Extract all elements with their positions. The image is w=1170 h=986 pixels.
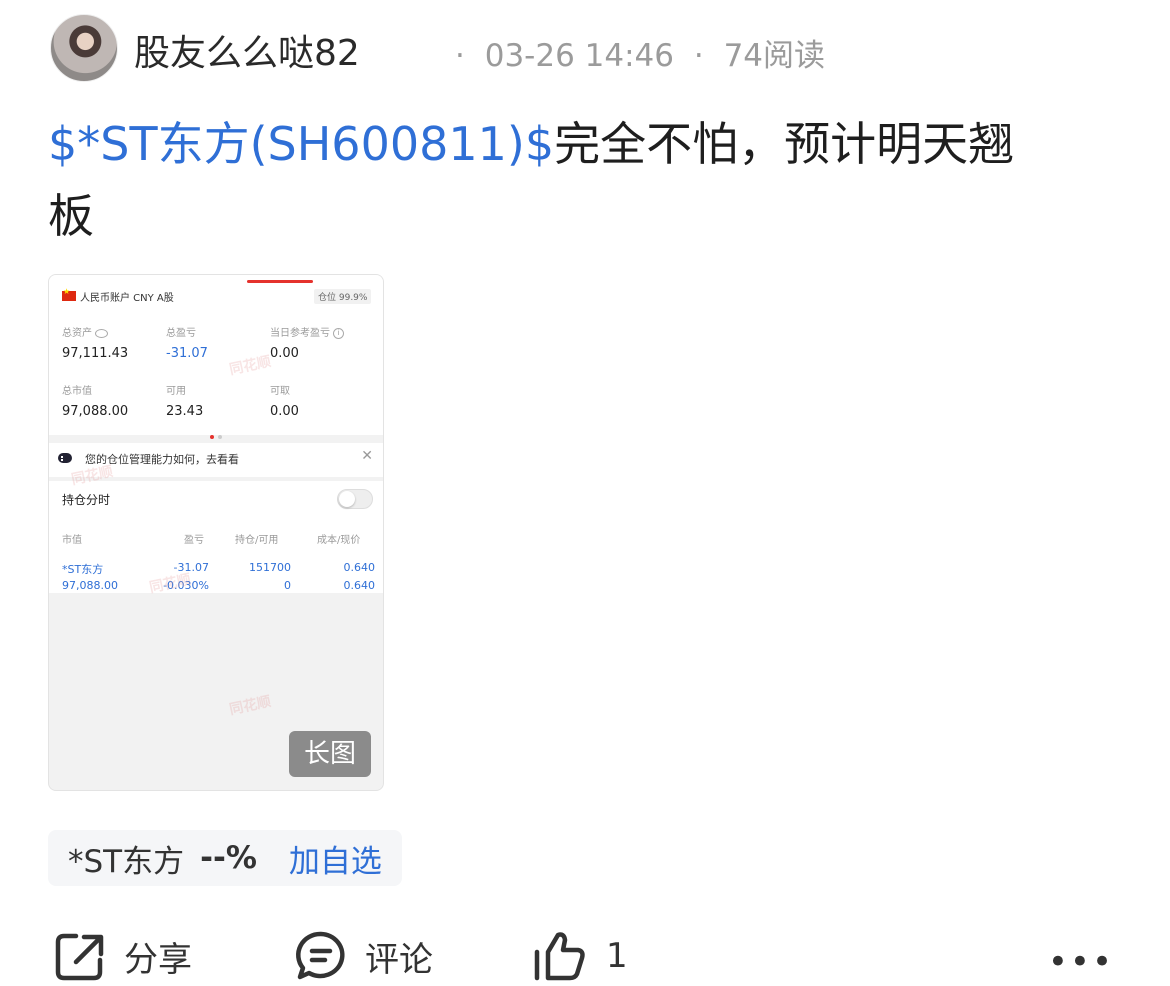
comment-icon [296, 931, 345, 980]
share-icon [55, 933, 104, 981]
stat-value: 97,111.43 [62, 346, 129, 361]
share-button[interactable]: 分享 [54, 926, 192, 986]
chip-stock-name: *ST东方 [68, 843, 185, 880]
chip-change: --% [200, 840, 257, 876]
like-button[interactable]: 1 [532, 926, 628, 986]
column-header: 持仓/可用 [235, 535, 279, 546]
author-avatar[interactable] [50, 14, 118, 82]
read-count: 74阅读 [723, 38, 826, 74]
holding-price: 0.640 [343, 579, 376, 592]
more-options-button[interactable]: ••• [1048, 942, 1114, 982]
stat-label: 当日参考盈亏 i [270, 324, 344, 339]
stat-value: 0.00 [270, 346, 299, 361]
stat-label: 总市值 [62, 386, 92, 397]
tab-indicator [247, 280, 313, 283]
account-summary: 人民币账户 CNY A股 仓位 99.9% 总资产 97,111.43 总盈亏 … [49, 275, 383, 439]
stat-value: 0.00 [270, 404, 299, 419]
stock-chip[interactable]: *ST东方 --% 加自选 [48, 830, 402, 886]
holdings-toggle [337, 489, 373, 509]
stat-label: 总资产 [62, 324, 108, 339]
meta-dot: · [693, 38, 704, 74]
holdings-title: 持仓分时 [62, 493, 111, 507]
post-text-line2: 板 [48, 189, 94, 243]
stat-value: 23.43 [166, 404, 204, 419]
post-date: 03-26 14:46 [484, 38, 674, 74]
post-header: 股友么么哒82 · 03-26 14:46 · 74阅读 [50, 12, 1130, 82]
comment-button[interactable]: 评论 [295, 926, 433, 986]
position-badge: 仓位 99.9% [314, 289, 372, 304]
like-count: 1 [606, 936, 628, 976]
add-watchlist-button[interactable]: 加自选 [289, 836, 382, 881]
stat-label: 可用 [166, 386, 186, 397]
watermark: 同花顺 [228, 693, 273, 719]
robot-icon [58, 453, 72, 463]
post-image-thumbnail[interactable]: 人民币账户 CNY A股 仓位 99.9% 总资产 97,111.43 总盈亏 … [48, 274, 384, 791]
long-image-badge: 长图 [289, 731, 371, 777]
holdings-panel: 持仓分时 市值 盈亏 持仓/可用 成本/现价 *ST东方 97,088.00 -… [49, 481, 383, 593]
holding-market-value: 97,088.00 [62, 579, 118, 592]
holding-position: 151700 [249, 561, 291, 574]
stat-value: 97,088.00 [62, 404, 129, 419]
meta-dot: · [455, 38, 465, 74]
stat-label: 总盈亏 [166, 328, 196, 339]
thumbs-up-icon [534, 932, 585, 981]
holding-available: 0 [284, 579, 291, 592]
info-icon: i [333, 327, 344, 339]
stat-label: 可取 [270, 386, 290, 397]
share-label: 分享 [124, 939, 192, 980]
eye-icon [95, 328, 108, 338]
column-header: 盈亏 [184, 535, 204, 546]
column-header: 市值 [62, 535, 82, 546]
holding-name: *ST东方 [62, 563, 104, 576]
close-icon: ✕ [361, 448, 373, 464]
china-flag-icon [62, 287, 76, 301]
author-name[interactable]: 股友么么哒82 [134, 24, 360, 76]
post-meta: · 03-26 14:46 · 74阅读 [455, 30, 825, 75]
post-body: $*ST东方(SH600811)$完全不怕，预计明天翘 板 [48, 108, 1118, 252]
holding-cost: 0.640 [343, 561, 376, 574]
comment-label: 评论 [365, 939, 433, 980]
column-header: 成本/现价 [317, 535, 361, 546]
post-text-line1: 完全不怕，预计明天翘 [554, 117, 1015, 171]
account-label: 人民币账户 CNY A股 [80, 293, 174, 304]
stock-link[interactable]: $*ST东方(SH600811)$ [48, 117, 554, 171]
page-dots [208, 424, 224, 443]
stat-value: -31.07 [166, 346, 208, 361]
